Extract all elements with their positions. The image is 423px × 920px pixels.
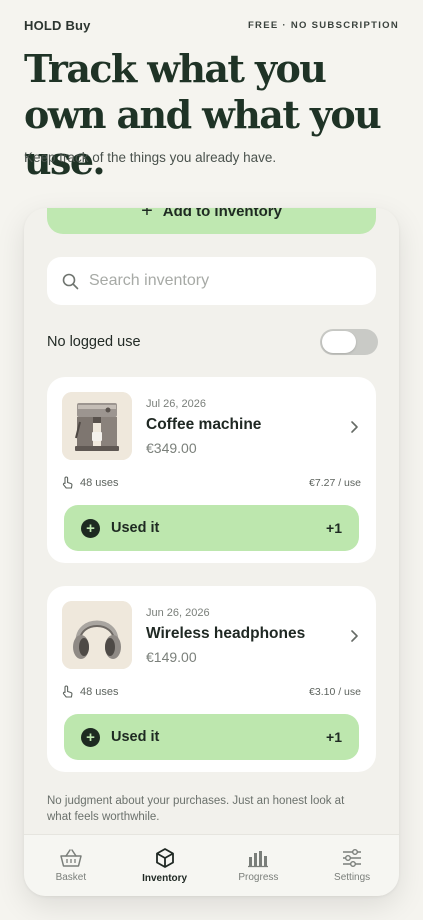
used-it-label: Used it	[111, 729, 160, 745]
item-price: €149.00	[146, 649, 197, 665]
tab-label: Inventory	[142, 873, 188, 884]
add-to-inventory-button[interactable]: + Add to inventory	[47, 208, 376, 234]
chevron-right-icon[interactable]	[348, 628, 362, 644]
use-count-text: 48 uses	[80, 685, 119, 698]
cube-icon	[155, 848, 174, 868]
used-it-button[interactable]: + Used it +1	[64, 714, 359, 760]
tab-settings[interactable]: Settings	[307, 835, 397, 896]
inventory-card[interactable]: Jun 26, 2026 Wireless headphones €149.00…	[47, 586, 376, 772]
cost-per-use: €7.27 / use	[309, 477, 361, 489]
add-button-label: Add to inventory	[162, 208, 282, 220]
tab-label: Settings	[334, 872, 371, 883]
use-count: 48 uses	[62, 685, 119, 698]
plus-circle-icon: +	[81, 727, 100, 747]
cost-per-use: €3.10 / use	[309, 686, 361, 698]
filter-label: No logged use	[47, 334, 141, 350]
increment-label: +1	[326, 729, 342, 745]
no-logged-use-filter: No logged use	[47, 328, 378, 356]
sliders-icon	[343, 849, 362, 867]
item-name: Wireless headphones	[146, 625, 306, 642]
used-it-label: Used it	[111, 520, 160, 536]
plus-icon: +	[141, 208, 153, 222]
tab-progress[interactable]: Progress	[213, 835, 303, 896]
headphones-image	[62, 601, 132, 669]
item-name: Coffee machine	[146, 416, 262, 433]
tap-icon	[62, 685, 73, 698]
coffee-machine-image	[62, 392, 132, 460]
purchase-date: Jun 26, 2026	[146, 607, 210, 619]
search-icon	[62, 273, 79, 289]
tap-icon	[62, 476, 73, 489]
tab-bar: Basket Inventory Progress Settings	[24, 834, 399, 896]
chevron-right-icon[interactable]	[348, 419, 362, 435]
brand-name: HOLD Buy	[24, 18, 91, 33]
app-preview: + Add to inventory No logged use	[24, 208, 399, 896]
tagline: FREE · NO SUBSCRIPTION	[247, 20, 399, 31]
top-bar: HOLD Buy FREE · NO SUBSCRIPTION	[24, 18, 399, 33]
inventory-card[interactable]: Jul 26, 2026 Coffee machine €349.00 48 u…	[47, 377, 376, 563]
use-count: 48 uses	[62, 476, 119, 489]
item-price: €349.00	[146, 440, 197, 456]
bar-chart-icon	[248, 851, 269, 868]
search-bar	[47, 257, 376, 305]
no-logged-use-toggle[interactable]	[320, 329, 378, 355]
toggle-knob	[322, 331, 356, 353]
use-count-text: 48 uses	[80, 476, 119, 489]
increment-label: +1	[326, 520, 342, 536]
basket-icon	[60, 849, 82, 867]
tab-label: Progress	[238, 872, 279, 883]
hero-subtitle: Keep track of the things you already hav…	[24, 150, 277, 165]
purchase-date: Jul 26, 2026	[146, 398, 206, 410]
plus-circle-icon: +	[81, 518, 100, 538]
search-input[interactable]	[87, 271, 351, 291]
tab-basket[interactable]: Basket	[26, 835, 116, 896]
tab-label: Basket	[55, 872, 87, 883]
tab-inventory[interactable]: Inventory	[120, 835, 210, 896]
footnote: No judgment about your purchases. Just a…	[47, 795, 345, 823]
used-it-button[interactable]: + Used it +1	[64, 505, 359, 551]
